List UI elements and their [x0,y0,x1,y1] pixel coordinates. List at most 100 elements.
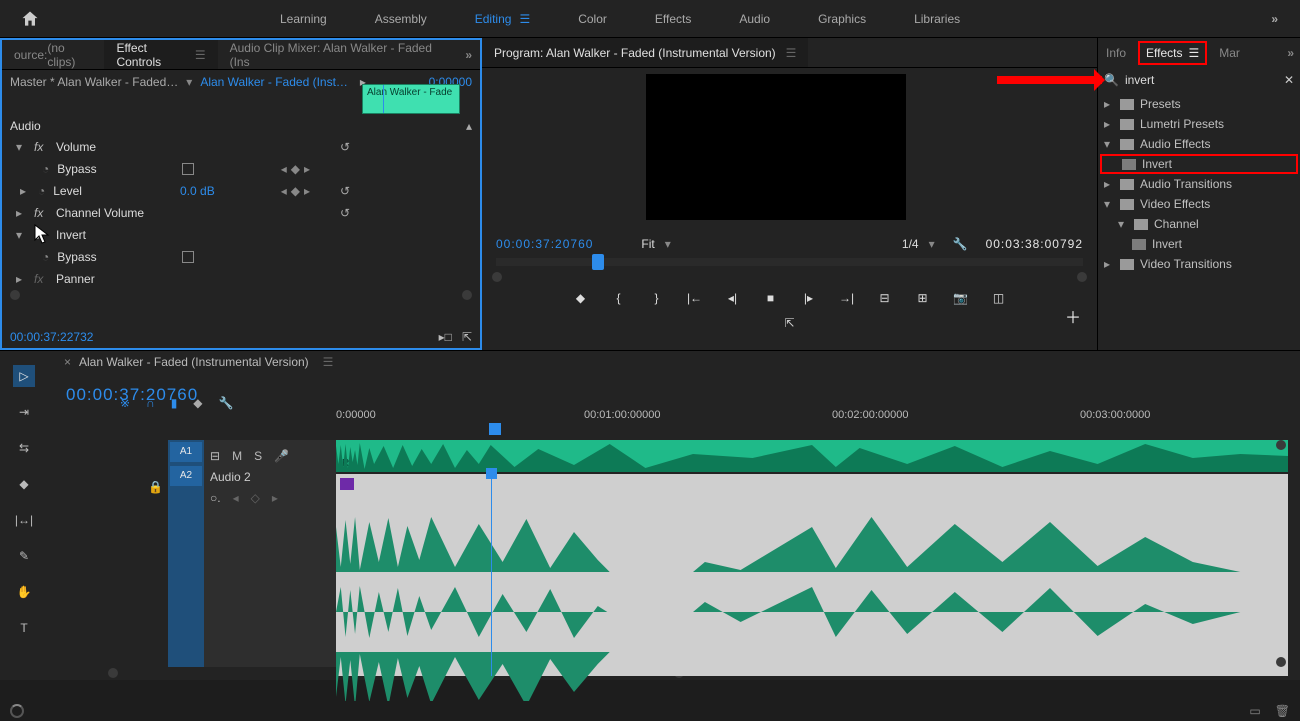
view-mode-icon[interactable]: ▭ [1249,704,1260,718]
bracket-in-icon[interactable]: { [611,291,627,305]
stop-icon[interactable]: ■ [763,291,779,305]
current-timecode[interactable]: 00:00:37:20760 [496,237,593,251]
scroll-handle[interactable] [462,290,472,300]
folder-presets[interactable]: ▸Presets [1098,94,1300,114]
toggle-track-output-icon[interactable]: ⊟ [210,449,220,463]
wrench-icon[interactable]: 🔧 [219,396,234,410]
tab-libraries[interactable]: Libraries [914,12,960,26]
scroll-handle[interactable] [1077,272,1087,282]
tab-graphics[interactable]: Graphics [818,12,866,26]
audio-clip-a2[interactable] [336,474,1288,676]
tab-learning[interactable]: Learning [280,12,327,26]
tab-program[interactable]: Program: Alan Walker - Faded (Instrument… [482,38,808,67]
export-icon[interactable]: ⇱ [462,330,472,344]
close-icon[interactable]: × [64,355,71,369]
extract-icon[interactable]: ⊞ [915,291,931,305]
mark-in-icon[interactable]: ◆ [573,291,589,305]
keyframe-nav[interactable]: ◂◆▸ [281,162,310,176]
export-frame-icon[interactable]: ⇱ [784,316,794,330]
mic-icon[interactable]: 🎤 [274,449,289,463]
compare-icon[interactable]: ◫ [991,291,1007,305]
home-icon[interactable] [20,9,40,29]
add-button-icon[interactable]: ＋ [1065,304,1081,328]
fx-volume-bypass[interactable]: ◔ Bypass ◂◆▸ [2,158,480,180]
tab-info[interactable]: Info [1106,46,1126,60]
reset-icon[interactable]: ↺ [340,184,350,198]
folder-channel[interactable]: ▾Channel [1098,214,1300,234]
prev-keyframe-icon[interactable]: ◂ [233,491,239,505]
stopwatch-icon[interactable]: ◔ [42,162,49,176]
twirl-down-icon[interactable]: ▾ [16,228,26,242]
patch-a2[interactable]: A2 [170,466,202,486]
folder-audio-effects[interactable]: ▾Audio Effects [1098,134,1300,154]
camera-icon[interactable]: 📷 [953,291,969,305]
folder-video-effects[interactable]: ▾Video Effects [1098,194,1300,214]
keyframe-nav[interactable]: ◂◆▸ [281,184,310,198]
go-to-in-icon[interactable]: |← [687,291,703,305]
program-ruler[interactable] [496,258,1083,282]
linked-selection-icon[interactable]: ∩ [146,396,155,410]
tab-source[interactable]: ource: (no clips) [2,40,104,69]
hand-tool-icon[interactable]: ✋ [13,581,35,603]
add-keyframe-icon[interactable]: ◇ [251,491,260,505]
pin-icon[interactable]: ▴ [466,119,472,133]
play-only-icon[interactable]: ▸□ [439,330,452,344]
bypass-checkbox[interactable] [182,163,194,175]
fx-volume-level[interactable]: ▸ ◔ Level 0.0 dB ◂◆▸ ↺ [2,180,480,202]
reset-icon[interactable]: ↺ [340,140,350,154]
effects-search[interactable]: 🔍 invert ✕ [1098,68,1300,92]
effect-controls-mini-timeline[interactable]: Alan Walker - Fade [2,94,480,116]
razor-tool-icon[interactable]: ◆ [13,473,35,495]
trash-icon[interactable]: 🗑 [1275,704,1290,718]
stopwatch-icon[interactable]: ◔ [38,184,45,198]
patch-a1[interactable]: A1 [170,442,202,462]
overflow-icon[interactable]: » [1287,46,1300,60]
fx-badge-icon[interactable] [340,478,354,490]
hamburger-icon[interactable]: ☰ [519,12,530,26]
step-fwd-icon[interactable]: |▸ [801,291,817,305]
instance-clip-label[interactable]: Alan Walker - Faded (Inst… [200,75,348,89]
tab-editing[interactable]: Editing☰ [475,12,530,26]
folder-video-transitions[interactable]: ▸Video Transitions [1098,254,1300,274]
go-to-out-icon[interactable]: →| [839,291,855,305]
type-tool-icon[interactable]: T [13,617,35,639]
fx-invert[interactable]: ▾ fx Invert [2,224,480,246]
sequence-name[interactable]: Alan Walker - Faded (Instrumental Versio… [79,355,309,369]
twirl-right-icon[interactable]: ▸ [16,272,26,286]
program-viewer[interactable] [646,74,906,220]
timeline-playhead-marker[interactable] [489,423,501,435]
hamburger-icon[interactable]: ☰ [786,46,797,60]
tab-assembly[interactable]: Assembly [375,12,427,26]
wrench-icon[interactable]: 🔧 [953,237,968,251]
chevron-down-icon[interactable]: ▾ [929,237,935,251]
overflow-icon[interactable]: » [1271,12,1280,26]
folder-lumetri[interactable]: ▸Lumetri Presets [1098,114,1300,134]
stopwatch-icon[interactable]: ◔ [42,250,49,264]
tab-audio-clip-mixer[interactable]: Audio Clip Mixer: Alan Walker - Faded (I… [218,40,458,69]
twirl-right-icon[interactable]: ▸ [16,206,26,220]
audio-clip-a1[interactable]: R [336,440,1288,472]
search-value[interactable]: invert [1125,73,1154,87]
pen-tool-icon[interactable]: ✎ [13,545,35,567]
chevron-down-icon[interactable]: ▾ [665,237,671,251]
keyframe-mode-icon[interactable]: ○. [210,491,221,505]
scroll-handle[interactable] [1276,657,1286,667]
scroll-handle[interactable] [108,668,118,678]
twirl-right-icon[interactable]: ▸ [20,184,30,198]
scroll-handle[interactable] [10,290,20,300]
step-back-icon[interactable]: ◂| [725,291,741,305]
lock-icon[interactable]: 🔒 [148,480,163,494]
vertical-scrollbar[interactable] [1276,440,1288,667]
marker-icon[interactable]: ▮ [171,396,178,410]
track-select-icon[interactable]: ⇥ [13,401,35,423]
bypass-checkbox[interactable] [182,251,194,263]
hamburger-icon[interactable]: ☰ [323,355,334,369]
fx-volume[interactable]: ▾ fx Volume ↺ [2,136,480,158]
scroll-handle[interactable] [492,272,502,282]
ripple-edit-icon[interactable]: ⇆ [13,437,35,459]
snap-icon[interactable]: ※ [120,396,130,410]
reset-icon[interactable]: ↺ [340,206,350,220]
tab-markers[interactable]: Mar [1219,46,1240,60]
next-keyframe-icon[interactable]: ▸ [272,491,278,505]
tab-color[interactable]: Color [578,12,607,26]
